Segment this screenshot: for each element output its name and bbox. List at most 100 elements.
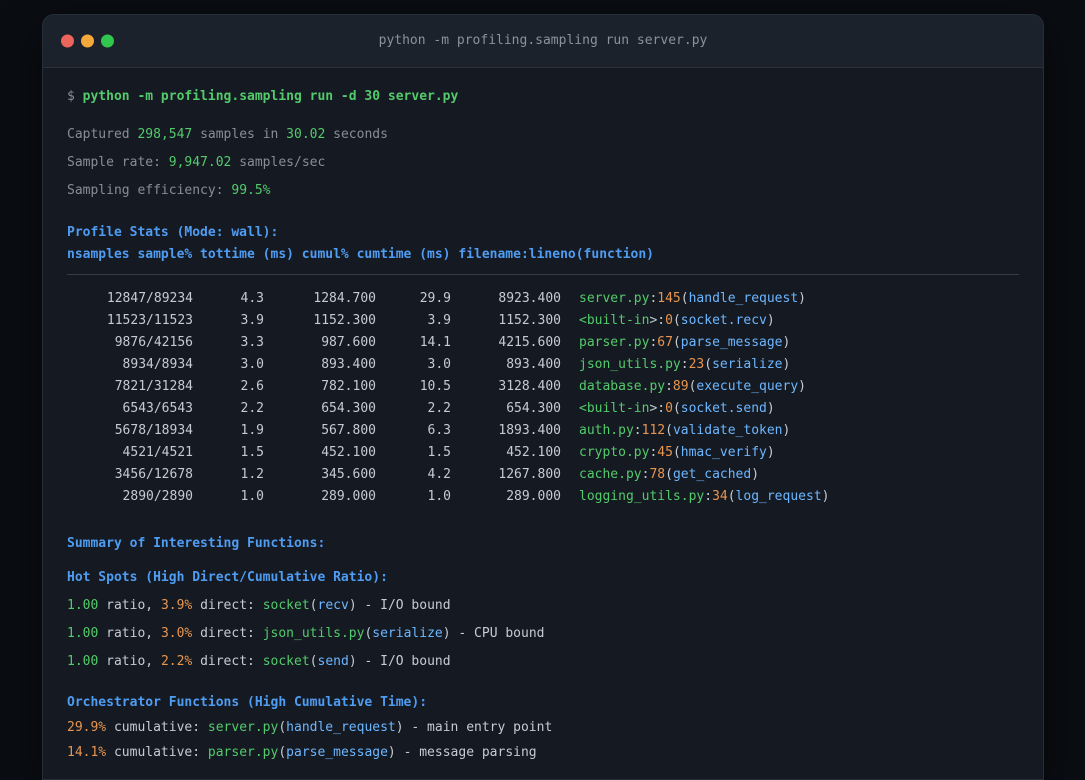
sample-pct-cell: 2.6 (240, 379, 264, 394)
text-segment: 9,947.02 (168, 155, 232, 170)
text-segment: ) (782, 335, 791, 350)
text-segment: 99.5% (231, 183, 271, 198)
text-segment: >: (649, 313, 666, 328)
text-segment: ( (672, 445, 681, 460)
cumtime-cell: 289.000 (506, 489, 561, 504)
summary-heading: Summary of Interesting Functions: (67, 536, 326, 551)
text-segment: ) (798, 291, 806, 306)
text-segment: validate_token (672, 423, 783, 438)
text-segment: ( (665, 423, 673, 438)
nsamples-cell: 5678/18934 (114, 423, 193, 438)
hot-spot-line: 1.00 ratio, 2.2% direct: socket(send) - … (67, 651, 1019, 673)
text-segment: 145 (657, 291, 681, 306)
cumtime-cell: 1152.300 (498, 313, 561, 328)
tottime-cell: 452.100 (321, 445, 376, 460)
cumtime-cell: 3128.400 (498, 379, 561, 394)
text-segment: server.py (207, 720, 279, 735)
close-button[interactable] (61, 34, 74, 48)
text-segment: ratio, (98, 654, 161, 669)
maximize-button[interactable] (101, 34, 114, 48)
text-segment: serialize (372, 626, 443, 641)
terminal-window: python -m profiling.sampling run server.… (42, 14, 1044, 780)
nsamples-cell: 8934/8934 (122, 357, 193, 372)
text-segment: ( (704, 357, 713, 372)
traffic-lights (61, 34, 114, 48)
table-row: 3456/12678 1.2 345.600 4.2 1267.800 cach… (67, 464, 1019, 486)
location-cell: database.py:89(execute_query) (561, 376, 1019, 398)
stat-line: Captured 298,547 samples in 30.02 second… (67, 124, 1019, 146)
cumtime-cell: 4215.600 (498, 335, 561, 350)
text-segment: : (680, 357, 689, 372)
tottime-cell: 567.800 (321, 423, 376, 438)
orchestrator-line: 14.1% cumulative: parser.py(parse_messag… (67, 742, 1019, 764)
cumul-pct-cell: 6.3 (427, 423, 451, 438)
window-title: python -m profiling.sampling run server.… (378, 33, 708, 48)
sample-pct-cell: 3.3 (240, 335, 264, 350)
sample-pct-cell: 3.0 (240, 357, 264, 372)
text-segment: cumulative: (106, 720, 208, 735)
text-segment: 1.00 (67, 598, 99, 613)
text-segment: 78 (649, 467, 666, 482)
titlebar[interactable]: python -m profiling.sampling run server.… (43, 15, 1043, 68)
tottime-cell: 782.100 (321, 379, 376, 394)
cumtime-cell: 1267.800 (498, 467, 561, 482)
terminal-output[interactable]: $ python -m profiling.sampling run -d 30… (43, 68, 1043, 764)
text-segment: ) (766, 445, 775, 460)
text-segment: handle_request (688, 291, 799, 306)
text-segment: <built-in (579, 313, 650, 328)
text-segment: cumulative: (106, 745, 208, 760)
orchestrator-line: 29.9% cumulative: server.py(handle_reque… (67, 717, 1019, 739)
text-segment: direct: (192, 626, 263, 641)
text-segment: : (665, 379, 673, 394)
text-segment: 14.1% (67, 745, 107, 760)
location-cell: crypto.py:45(hmac_verify) (561, 442, 1019, 464)
location-cell: server.py:145(handle_request) (561, 288, 1019, 310)
text-segment: handle_request (286, 720, 396, 735)
text-segment: samples in (192, 127, 287, 142)
location-cell: logging_utils.py:34(log_request) (561, 486, 1019, 508)
sample-pct-cell: 1.9 (240, 423, 264, 438)
text-segment: logging_utils.py (579, 489, 705, 504)
profile-table: 12847/89234 4.3 1284.700 29.9 8923.400 s… (67, 288, 1019, 508)
text-segment: ( (665, 467, 673, 482)
text-segment: 89 (672, 379, 689, 394)
cumul-pct-cell: 3.9 (427, 313, 451, 328)
nsamples-cell: 7821/31284 (114, 379, 193, 394)
text-segment: samples/sec (231, 155, 326, 170)
text-segment: 0 (665, 313, 673, 328)
cumtime-cell: 8923.400 (498, 291, 561, 306)
text-segment: serialize (712, 357, 783, 372)
capture-stats: Captured 298,547 samples in 30.02 second… (67, 124, 1019, 202)
text-segment: direct: (192, 654, 263, 669)
nsamples-cell: 9876/42156 (114, 335, 193, 350)
text-segment: recv (317, 598, 349, 613)
minimize-button[interactable] (81, 34, 94, 48)
text-segment: 45 (657, 445, 673, 460)
table-row: 9876/42156 3.3 987.600 14.1 4215.600 par… (67, 332, 1019, 354)
text-segment: 298,547 (137, 127, 193, 142)
table-row: 6543/6543 2.2 654.300 2.2 654.300 <built… (67, 398, 1019, 420)
stat-line: Sample rate: 9,947.02 samples/sec (67, 152, 1019, 174)
table-row: 2890/2890 1.0 289.000 1.0 289.000 loggin… (67, 486, 1019, 508)
text-segment: 1.00 (67, 654, 99, 669)
cumul-pct-cell: 3.0 (427, 357, 451, 372)
text-segment: send (317, 654, 349, 669)
text-segment: 67 (657, 335, 673, 350)
cumtime-cell: 654.300 (506, 401, 561, 416)
text-segment: auth.py (579, 423, 634, 438)
hot-spots-list: 1.00 ratio, 3.9% direct: socket(recv) - … (67, 595, 1019, 673)
text-segment: ( (672, 335, 681, 350)
text-segment: >: (649, 401, 666, 416)
text-segment: parser.py (579, 335, 650, 350)
hot-spot-line: 1.00 ratio, 3.9% direct: socket(recv) - … (67, 595, 1019, 617)
text-segment: socket.recv (680, 313, 767, 328)
text-segment: socket (262, 598, 310, 613)
text-segment: ) (766, 313, 775, 328)
tottime-cell: 345.600 (321, 467, 376, 482)
text-segment: crypto.py (579, 445, 650, 460)
text-segment: ) (766, 401, 775, 416)
text-segment: Captured (67, 127, 138, 142)
text-segment: 3.0% (160, 626, 193, 641)
text-segment: ratio, (98, 626, 161, 641)
text-segment: execute_query (696, 379, 799, 394)
